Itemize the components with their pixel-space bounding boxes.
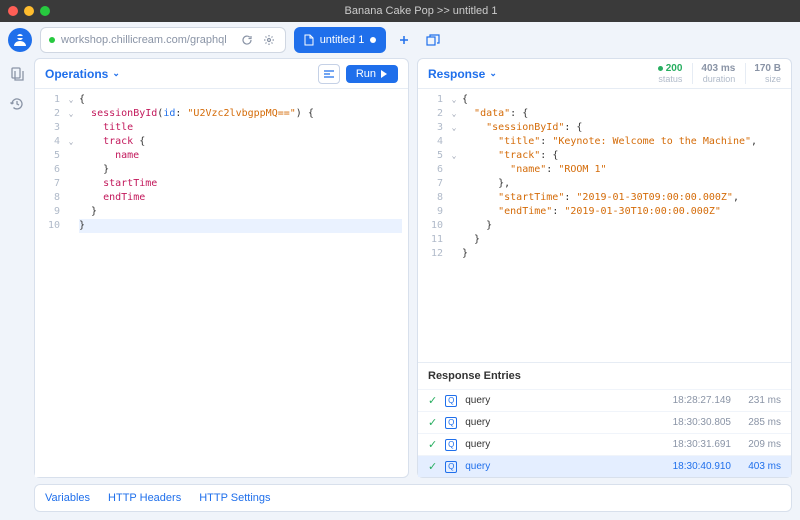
copy-icon[interactable]: [9, 66, 25, 82]
bottom-tab[interactable]: Variables: [45, 492, 90, 504]
play-icon: [380, 70, 388, 78]
entry-label: query: [465, 461, 651, 472]
query-type-badge: Q: [445, 417, 457, 429]
response-entries-title: Response Entries: [418, 363, 791, 389]
entry-time: 18:30:40.910: [659, 461, 731, 472]
content: Operations ⌄ Run 12345678910 ⌄⌄⌄ { sessi…: [34, 58, 800, 520]
document-icon: [304, 34, 314, 46]
stat-size: 170 Bsize: [745, 63, 781, 84]
query-type-badge: Q: [445, 461, 457, 473]
response-entry-row[interactable]: ✓ Qquery 18:30:31.691 209 ms: [418, 433, 791, 455]
success-check-icon: ✓: [428, 416, 437, 429]
new-tab-button[interactable]: [394, 30, 414, 50]
app-logo-icon: [8, 28, 32, 52]
siderail: [0, 58, 34, 520]
entry-time: 18:30:30.805: [659, 417, 731, 428]
entry-label: query: [465, 395, 651, 406]
settings-gear-icon[interactable]: [261, 32, 277, 48]
entry-duration: 285 ms: [739, 417, 781, 428]
reload-icon[interactable]: [239, 32, 255, 48]
document-tab[interactable]: untitled 1: [294, 27, 387, 53]
stat-status: 200status: [650, 63, 683, 84]
bottom-tabs: Variables HTTP Headers HTTP Settings: [34, 484, 792, 512]
format-button[interactable]: [318, 64, 340, 84]
panels: Operations ⌄ Run 12345678910 ⌄⌄⌄ { sessi…: [34, 58, 792, 478]
code-area[interactable]: { sessionById(id: "U2Vzc2lvbgppMQ==") { …: [77, 89, 408, 477]
success-check-icon: ✓: [428, 460, 437, 473]
fold-gutter: ⌄⌄⌄: [65, 89, 77, 477]
line-gutter: 12345678910: [35, 89, 65, 477]
line-gutter: 123456789101112: [418, 89, 448, 362]
bottom-tab[interactable]: HTTP Settings: [199, 492, 270, 504]
entry-label: query: [465, 439, 651, 450]
operations-title[interactable]: Operations ⌄: [45, 67, 120, 81]
query-type-badge: Q: [445, 439, 457, 451]
run-button[interactable]: Run: [346, 65, 398, 83]
stat-duration: 403 msduration: [692, 63, 735, 84]
entry-duration: 209 ms: [739, 439, 781, 450]
response-stats: 200status 403 msduration 170 Bsize: [650, 63, 781, 84]
close-window-button[interactable]: [8, 6, 18, 16]
chevron-down-icon: ⌄: [112, 68, 120, 79]
fold-gutter: ⌄⌄⌄⌄: [448, 89, 460, 362]
code-area: { "data": { "sessionById": { "title": "K…: [460, 89, 791, 362]
success-check-icon: ✓: [428, 438, 437, 451]
bottom-tab[interactable]: HTTP Headers: [108, 492, 181, 504]
operations-panel: Operations ⌄ Run 12345678910 ⌄⌄⌄ { sessi…: [34, 58, 409, 478]
tab-modified-indicator-icon: [370, 37, 376, 43]
entry-duration: 231 ms: [739, 395, 781, 406]
entry-time: 18:28:27.149: [659, 395, 731, 406]
url-input[interactable]: workshop.chillicream.com/graphql: [40, 27, 286, 53]
entry-duration: 403 ms: [739, 461, 781, 472]
query-type-badge: Q: [445, 395, 457, 407]
history-icon[interactable]: [9, 96, 25, 112]
topbar: workshop.chillicream.com/graphql untitle…: [0, 22, 800, 58]
maximize-window-button[interactable]: [40, 6, 50, 16]
connection-status-icon: [49, 37, 55, 43]
response-panel: Response ⌄ 200status 403 msduration 170 …: [417, 58, 792, 478]
response-entries: Response Entries ✓ Qquery 18:28:27.149 231 …: [418, 362, 791, 477]
response-entry-row[interactable]: ✓ Qquery 18:30:40.910 403 ms: [418, 455, 791, 477]
success-check-icon: ✓: [428, 394, 437, 407]
tab-label: untitled 1: [320, 34, 365, 46]
chevron-down-icon: ⌄: [489, 68, 497, 79]
operations-editor[interactable]: 12345678910 ⌄⌄⌄ { sessionById(id: "U2Vzc…: [35, 89, 408, 477]
new-window-button[interactable]: [422, 30, 444, 50]
response-entry-row[interactable]: ✓ Qquery 18:28:27.149 231 ms: [418, 389, 791, 411]
titlebar: Banana Cake Pop >> untitled 1: [0, 0, 800, 22]
entry-time: 18:30:31.691: [659, 439, 731, 450]
response-title[interactable]: Response ⌄: [428, 67, 497, 81]
window-title: Banana Cake Pop >> untitled 1: [50, 5, 792, 17]
minimize-window-button[interactable]: [24, 6, 34, 16]
response-entry-row[interactable]: ✓ Qquery 18:30:30.805 285 ms: [418, 411, 791, 433]
response-header: Response ⌄ 200status 403 msduration 170 …: [418, 59, 791, 89]
url-text: workshop.chillicream.com/graphql: [61, 34, 227, 46]
entry-label: query: [465, 417, 651, 428]
response-editor[interactable]: 123456789101112 ⌄⌄⌄⌄ { "data": { "sessio…: [418, 89, 791, 362]
operations-header: Operations ⌄ Run: [35, 59, 408, 89]
main: Operations ⌄ Run 12345678910 ⌄⌄⌄ { sessi…: [0, 58, 800, 520]
traffic-lights: [8, 6, 50, 16]
